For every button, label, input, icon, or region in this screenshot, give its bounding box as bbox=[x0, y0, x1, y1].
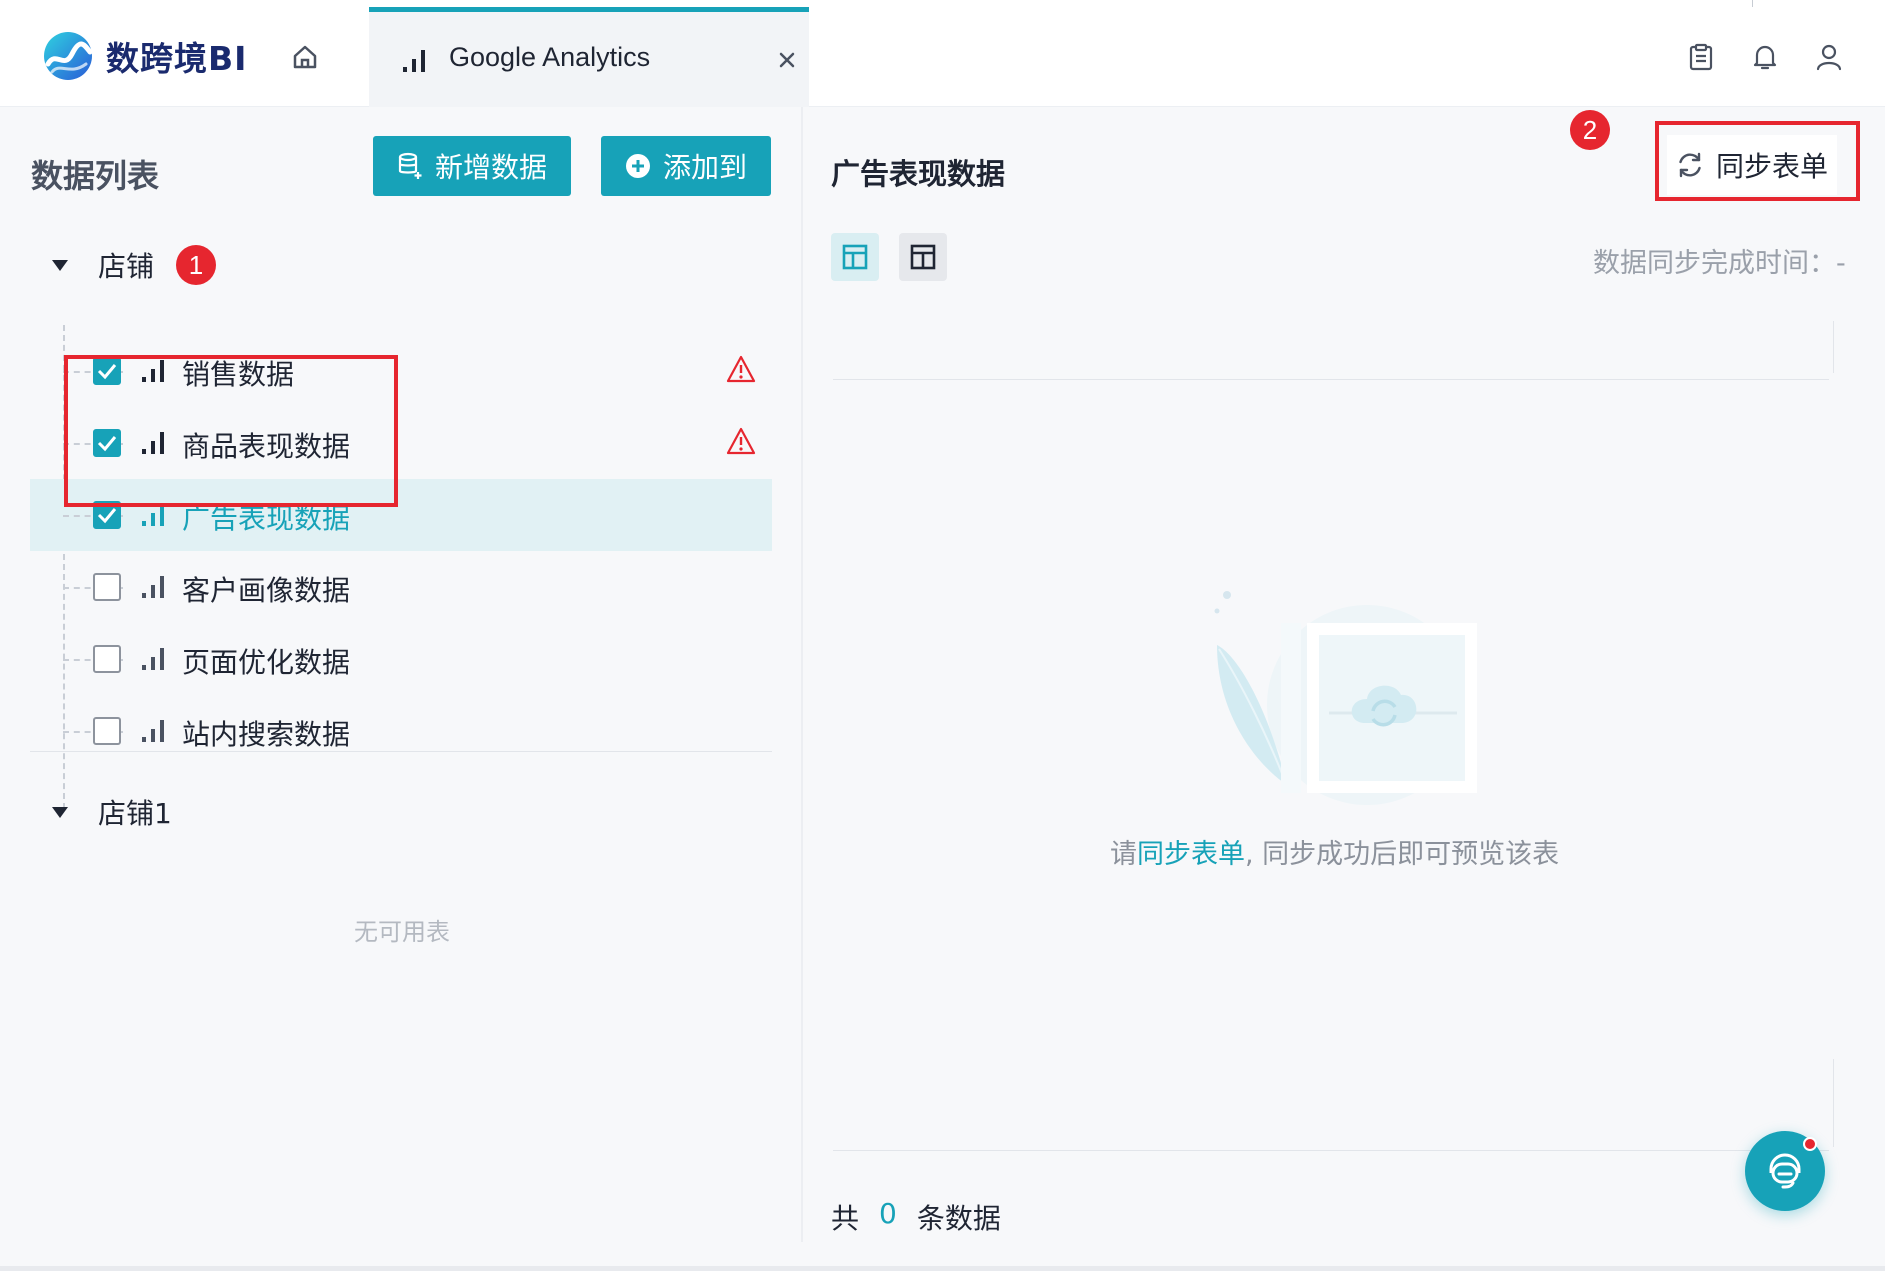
bar-chart-icon bbox=[403, 50, 425, 72]
table-border bbox=[833, 1150, 1829, 1151]
group-label: 店铺1 bbox=[98, 797, 172, 830]
sync-completed-time: 数据同步完成时间：- bbox=[1593, 248, 1846, 279]
brand[interactable]: 数跨境BI bbox=[42, 30, 247, 82]
table-border bbox=[1833, 321, 1834, 373]
warning-icon[interactable] bbox=[726, 355, 756, 383]
empty-message: 请同步表单, 同步成功后即可预览该表 bbox=[1110, 832, 1559, 871]
notification-button[interactable] bbox=[1748, 40, 1782, 74]
user-icon bbox=[1816, 44, 1842, 71]
database-add-icon bbox=[398, 152, 422, 179]
group-store[interactable]: 店铺 bbox=[52, 245, 154, 285]
caret-down-icon bbox=[52, 259, 68, 271]
data-list-title: 数据列表 bbox=[31, 157, 160, 195]
group-label: 店铺 bbox=[98, 250, 155, 283]
row-checkbox[interactable] bbox=[93, 645, 121, 673]
home-icon bbox=[293, 45, 317, 69]
clipboard-button[interactable] bbox=[1684, 40, 1718, 74]
table-border bbox=[833, 379, 1829, 380]
add-data-label: 新增数据 bbox=[434, 151, 547, 184]
caret-down-icon bbox=[52, 806, 68, 818]
layout-view-icon bbox=[910, 244, 936, 270]
add-data-button[interactable]: 新增数据 bbox=[373, 136, 571, 196]
plus-circle-icon bbox=[625, 154, 650, 178]
record-count-value: 0 bbox=[879, 1197, 897, 1230]
table-border bbox=[1833, 1059, 1834, 1147]
tree-row-5[interactable]: 站内搜索数据 bbox=[30, 695, 772, 767]
home-button[interactable] bbox=[288, 40, 322, 74]
table-preview-panel: 广告表现数据 2 同步表单 数据同步完成时间：- 请同步表单, 同步成功后即可预… bbox=[803, 107, 1885, 1271]
row-label: 站内搜索数据 bbox=[182, 718, 351, 751]
brand-name: 数跨境BI bbox=[106, 39, 248, 78]
group-store-1[interactable]: 店铺1 bbox=[52, 792, 172, 832]
section-divider bbox=[30, 751, 772, 752]
record-count: 共 0 条数据 bbox=[831, 1197, 1001, 1237]
empty-message-suffix: , 同步成功后即可预览该表 bbox=[1245, 839, 1560, 870]
table-view-icon bbox=[842, 244, 868, 270]
sync-form-link[interactable]: 同步表单 bbox=[1137, 839, 1245, 870]
tab-label: Google Analytics bbox=[449, 42, 651, 72]
layout-view-button[interactable] bbox=[899, 233, 947, 281]
annotation-box-sync bbox=[1655, 121, 1860, 201]
record-count-suffix: 条数据 bbox=[916, 1202, 1001, 1235]
top-divider bbox=[1752, 0, 1753, 7]
step-badge-1: 1 bbox=[176, 245, 216, 285]
step-badge-2: 2 bbox=[1570, 110, 1610, 150]
data-list-panel: 数据列表 新增数据 添加到 店铺 1 销售数据 商品表现数据 广告表现数据 客户… bbox=[0, 107, 800, 1271]
bell-icon bbox=[1753, 45, 1777, 70]
clipboard-icon bbox=[1689, 43, 1713, 71]
empty-sync-illustration-icon bbox=[1214, 591, 1477, 805]
tab-close-button[interactable] bbox=[774, 47, 800, 73]
warning-icon[interactable] bbox=[726, 427, 756, 455]
headset-icon bbox=[1769, 1153, 1801, 1189]
user-button[interactable] bbox=[1812, 40, 1846, 74]
close-icon bbox=[779, 52, 795, 68]
tree-row-3[interactable]: 客户画像数据 bbox=[30, 551, 772, 623]
row-label: 客户画像数据 bbox=[182, 574, 351, 607]
empty-message-prefix: 请 bbox=[1110, 839, 1137, 870]
table-view-button[interactable] bbox=[831, 233, 879, 281]
row-checkbox[interactable] bbox=[93, 573, 121, 601]
tree-row-4[interactable]: 页面优化数据 bbox=[30, 623, 772, 695]
bar-chart-icon bbox=[142, 576, 164, 598]
unread-dot bbox=[1803, 1137, 1817, 1151]
row-checkbox[interactable] bbox=[93, 717, 121, 745]
add-to-label: 添加到 bbox=[662, 151, 747, 184]
annotation-box-rows bbox=[64, 355, 398, 507]
support-chat-button[interactable] bbox=[1745, 1131, 1825, 1211]
no-tables-note: 无可用表 bbox=[354, 918, 450, 946]
bar-chart-icon bbox=[142, 648, 164, 670]
check-icon bbox=[97, 508, 117, 524]
record-count-prefix: 共 bbox=[831, 1202, 860, 1235]
tab-google-analytics[interactable]: Google Analytics bbox=[369, 7, 809, 107]
preview-title: 广告表现数据 bbox=[831, 157, 1006, 191]
brand-logo-icon bbox=[44, 32, 93, 80]
bar-chart-icon bbox=[142, 720, 164, 742]
row-label: 页面优化数据 bbox=[182, 646, 351, 679]
top-bar: 数跨境BI Google Analytics bbox=[0, 0, 1885, 107]
add-to-button[interactable]: 添加到 bbox=[601, 136, 771, 196]
bottom-strip bbox=[0, 1266, 1885, 1271]
